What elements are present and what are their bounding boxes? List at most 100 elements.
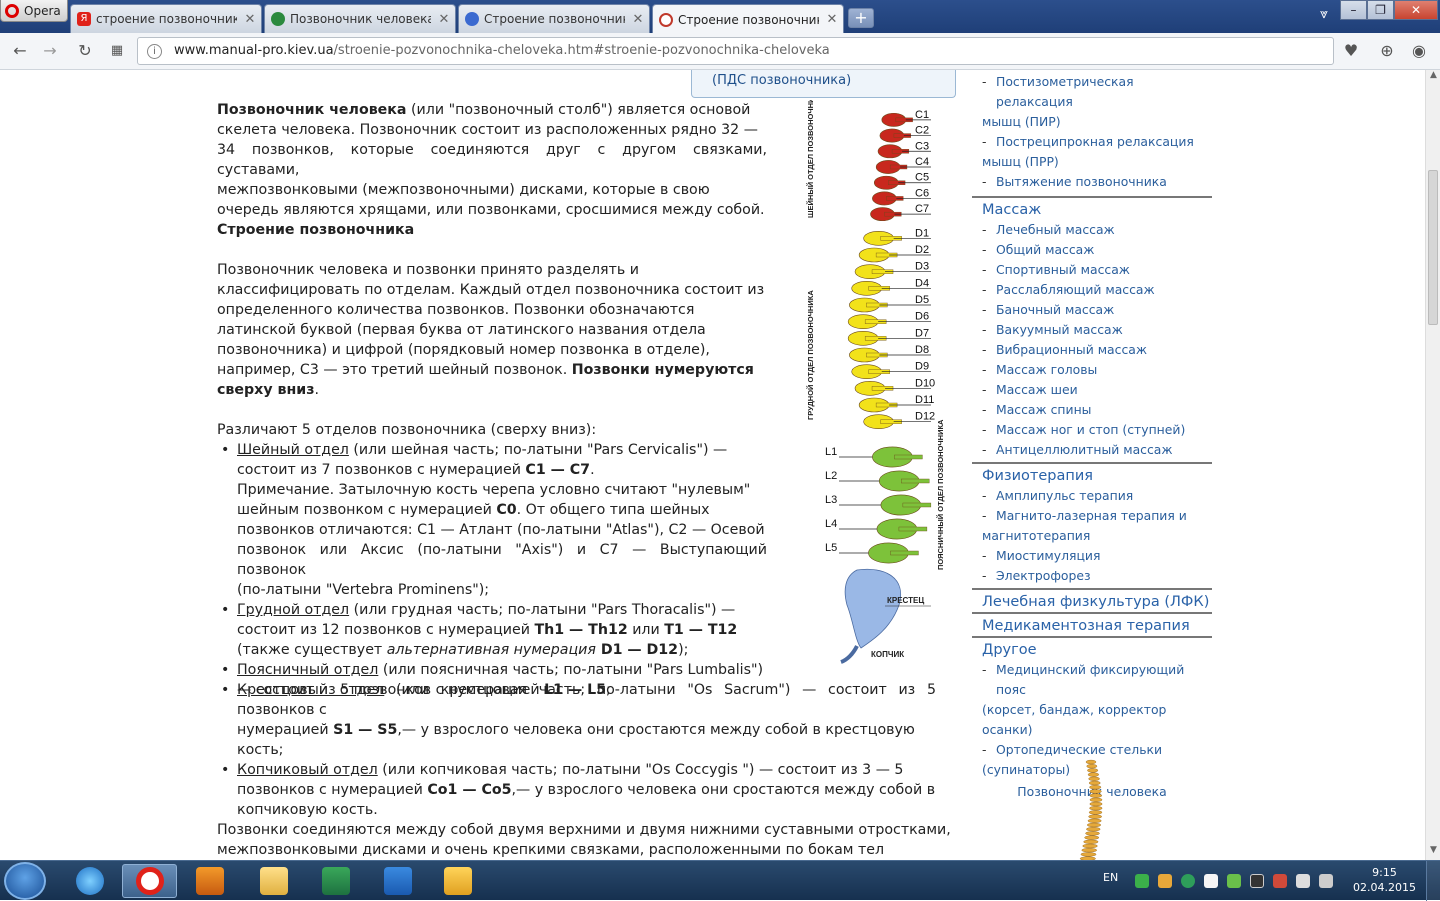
sidebar-link[interactable]: Антицеллюлитный массаж [982,440,1212,460]
close-tab-icon[interactable]: ✕ [436,12,452,27]
sidebar-link[interactable]: Баночный массаж [982,300,1212,320]
show-desktop-button[interactable] [1426,861,1440,901]
heart-icon[interactable]: ♥ [1341,41,1361,61]
tray-app-icon[interactable] [1204,874,1218,888]
maximize-icon[interactable]: ❐ [1367,0,1394,20]
sidebar-link[interactable]: Ортопедические стельки [982,740,1212,760]
thumbnail-vertebra [1087,772,1099,777]
sidebar-link[interactable]: Постреципрокная релаксация [982,132,1212,152]
close-tab-icon[interactable]: ✕ [824,12,840,27]
sidebar-link[interactable]: (корсет, бандаж, корректор осанки) [982,700,1212,740]
close-tab-icon[interactable]: ✕ [630,12,646,27]
clock[interactable]: 9:15 02.04.2015 [1353,865,1416,895]
network-icon[interactable] [1296,874,1310,888]
sidebar-link[interactable]: Массаж спины [982,400,1212,420]
start-button[interactable] [4,862,46,900]
file-explorer-icon[interactable] [246,864,301,898]
volume-icon[interactable] [1319,874,1333,888]
sidebar-link-text: (супинаторы) [982,762,1071,777]
scroll-down-icon[interactable]: ▼ [1426,845,1440,860]
account-icon[interactable]: ◉ [1409,41,1429,61]
sidebar-heading[interactable]: Лечебная физкультура (ЛФК) [982,594,1212,610]
bullet-icon: • [221,662,230,678]
site-info-icon[interactable]: i [147,44,162,59]
download-icon[interactable]: ⊕ [1377,41,1397,61]
tray-app-icon[interactable] [1158,874,1172,888]
list-strong: Т1 — Т12 [664,622,738,638]
sidebar-link[interactable]: Электрофорез [982,566,1212,586]
connection-line: Позвонки соединяются между собой двумя в… [217,822,951,838]
sidebar-link[interactable]: Магнито-лазерная терапия и [982,506,1212,526]
scroll-up-icon[interactable]: ▲ [1426,70,1440,85]
sidebar-link[interactable]: Постизометрическая релаксация [982,72,1212,112]
vertebra-label-d11: D11 [915,394,934,406]
back-icon[interactable]: ← [10,41,30,61]
address-field[interactable]: i www.manual-pro.kiev.ua/stroenie-pozvon… [137,37,1334,65]
list-line: позвонков отличаются: С1 — Атлант (по-ла… [237,522,765,538]
sidebar-heading[interactable]: Другое [982,642,1212,658]
vertebra-label-d2: D2 [915,244,929,256]
pds-box[interactable]: (ПДС позвоночника) [691,70,956,98]
tab-2[interactable]: Позвоночник человека ✕ [264,4,456,33]
scrollbar[interactable]: ▲ ▼ [1425,70,1440,860]
sidebar-heading[interactable]: Массаж [982,202,1212,218]
tray-app-icon[interactable] [1227,874,1241,888]
thumbnail-vertebra [1089,797,1103,802]
outlook-icon[interactable] [430,864,485,898]
sidebar-link[interactable]: Миостимуляция [982,546,1212,566]
tab-4-active[interactable]: Строение позвоночника ✕ [652,4,844,33]
spine-thumbnail[interactable] [1067,758,1117,860]
thumbnail-vertebra [1089,801,1103,807]
thumbnail-vertebra [1089,785,1102,790]
tab-1[interactable]: Я строение позвоночника ✕ [70,4,262,33]
sidebar-link[interactable]: мышц (ПРР) [982,152,1212,172]
tray-app-icon[interactable] [1181,874,1195,888]
scroll-thumb[interactable] [1428,170,1438,325]
sidebar-link[interactable]: Спортивный массаж [982,260,1212,280]
sync-icon[interactable] [1135,874,1149,888]
sidebar-link[interactable]: Массаж ног и стоп (ступней) [982,420,1212,440]
list-line: (или поясничная часть; по-латыни "Pars L… [378,662,764,678]
sidebar-link[interactable]: Общий массаж [982,240,1212,260]
internet-explorer-icon[interactable] [62,864,117,898]
sidebar-link[interactable]: Вакуумный массаж [982,320,1212,340]
excel-icon[interactable] [308,864,363,898]
sidebar-heading[interactable]: Физиотерапия [982,468,1212,484]
sidebar-link[interactable]: Медицинский фиксирующий пояс [982,660,1212,700]
thumbnail-vertebra [1088,814,1102,819]
thumbnail-vertebra [1087,818,1102,823]
speed-dial-icon[interactable]: ▦ [107,41,127,61]
media-player-icon[interactable] [182,864,237,898]
sidebar-link[interactable]: Лечебный массаж [982,220,1212,240]
tab-menu-icon[interactable]: ⩔ [1320,6,1328,22]
sidebar-link[interactable]: Вытяжение позвоночника [982,172,1212,192]
tray-app-icon[interactable] [1273,874,1287,888]
tray-app-icon[interactable] [1250,874,1264,888]
new-tab-button[interactable]: + [848,8,874,28]
clock-time: 9:15 [1372,866,1397,879]
article: (ПДС позвоночника) Позвоночник человека … [212,70,959,860]
tab-3[interactable]: Строение позвоночника ✕ [458,4,650,33]
sidebar-link[interactable]: мышц (ПИР) [982,112,1212,132]
lync-icon[interactable] [370,864,425,898]
sidebar-link[interactable]: Расслабляющий массаж [982,280,1212,300]
close-window-icon[interactable]: ✕ [1394,0,1438,20]
opera-icon[interactable] [122,864,177,898]
thumbnail-vertebra [1085,831,1100,836]
sidebar-link[interactable]: Массаж головы [982,360,1212,380]
opera-menu-button[interactable]: Opera [0,0,68,22]
reload-icon[interactable]: ↻ [75,41,95,61]
minimize-icon[interactable]: – [1340,0,1367,20]
sidebar-link[interactable]: Амплипульс терапия [982,486,1212,506]
sidebar-heading[interactable]: Медикаментозная терапия [982,618,1212,634]
window-controls: – ❐ ✕ [1340,0,1438,20]
sidebar-section-med: Медикаментозная терапия [972,612,1212,634]
language-indicator[interactable]: EN [1103,871,1118,884]
sidebar-link-text: Магнито-лазерная терапия и [996,508,1187,523]
vertebra-process [894,454,923,460]
close-tab-icon[interactable]: ✕ [242,12,258,27]
sidebar-link[interactable]: Вибрационный массаж [982,340,1212,360]
sidebar-link[interactable]: магнитотерапия [982,526,1212,546]
forward-icon[interactable]: → [40,41,60,61]
sidebar-link[interactable]: Массаж шеи [982,380,1212,400]
